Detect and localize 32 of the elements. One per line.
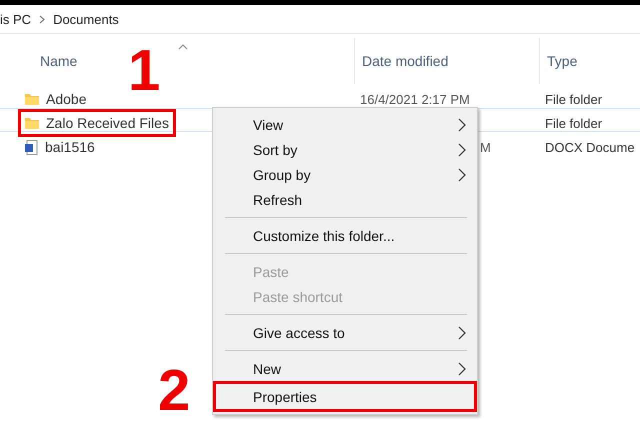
- breadcrumb-item[interactable]: is PC: [0, 12, 32, 26]
- type-cell: DOCX Docume: [545, 140, 635, 154]
- column-header[interactable]: Name: [40, 53, 78, 69]
- file-name[interactable]: bai1516: [45, 139, 95, 155]
- chevron-right-icon: [39, 14, 46, 24]
- step-number: 1: [128, 42, 160, 100]
- type-cell: File folder: [545, 116, 602, 130]
- chevron-right-icon: [458, 326, 466, 340]
- date-cell: M: [480, 140, 491, 154]
- column-header[interactable]: Type: [547, 53, 578, 69]
- folder-icon: [25, 117, 39, 129]
- menu-item[interactable]: Sort by: [213, 137, 477, 162]
- menu-item[interactable]: Give access to: [213, 320, 477, 345]
- menu-item[interactable]: View: [213, 112, 477, 137]
- sort-ascending-icon: [178, 44, 188, 50]
- type-cell: File folder: [545, 92, 602, 106]
- folder-icon: [25, 93, 39, 105]
- breadcrumb-item[interactable]: Documents: [53, 12, 119, 26]
- menu-item[interactable]: New: [213, 356, 477, 381]
- file-name[interactable]: Adobe: [46, 91, 86, 107]
- chevron-right-icon: [458, 168, 466, 182]
- chevron-right-icon: [458, 142, 466, 156]
- word-document-icon: [25, 140, 38, 154]
- column-header[interactable]: Date modified: [362, 53, 448, 69]
- menu-item[interactable]: Group by: [213, 162, 477, 187]
- menu-item[interactable]: Properties: [213, 381, 477, 412]
- menu-item[interactable]: Customize this folder...: [213, 223, 477, 248]
- date-cell: 16/4/2021 2:17 PM: [360, 92, 470, 106]
- step-number: 2: [158, 362, 190, 420]
- chevron-right-icon: [458, 362, 466, 376]
- menu-item[interactable]: Refresh: [213, 187, 477, 212]
- chevron-right-icon: [458, 118, 466, 132]
